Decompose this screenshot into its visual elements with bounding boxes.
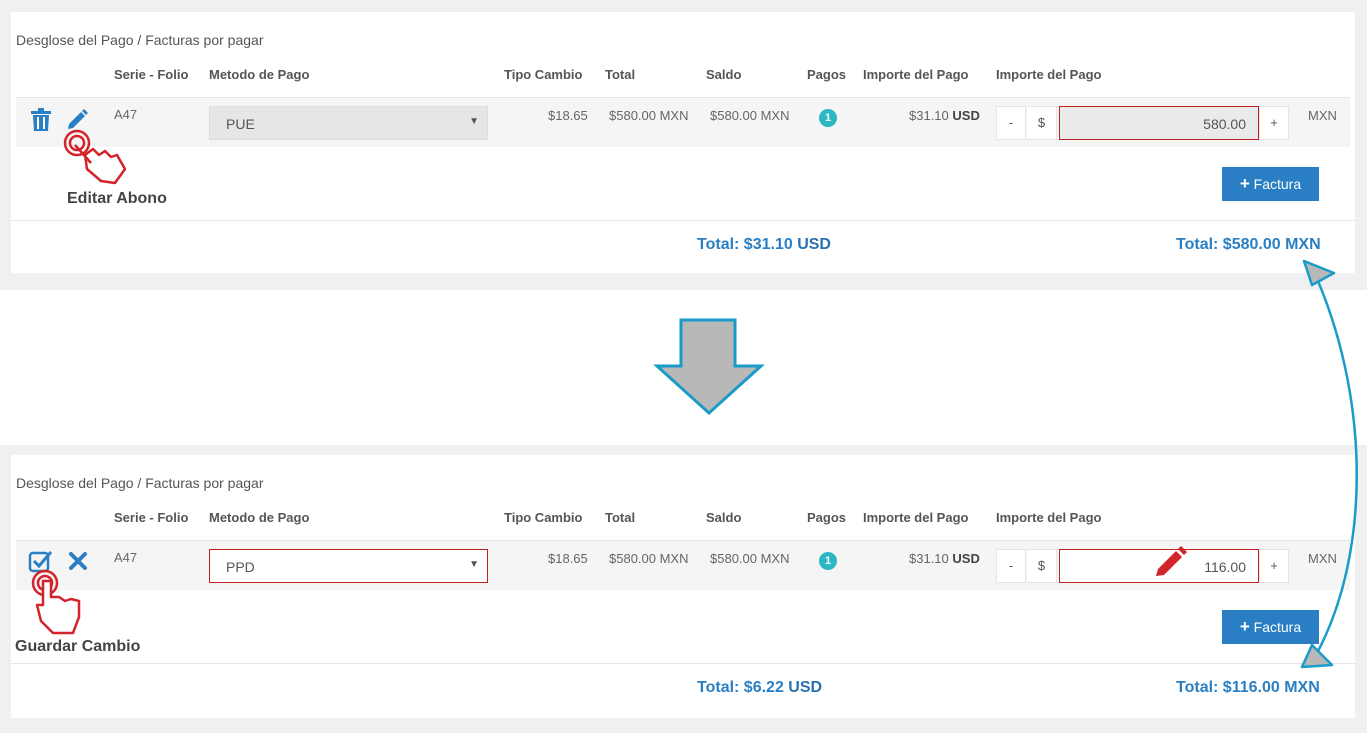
cell-importe-usd: $31.10 USD: [909, 108, 980, 123]
tutorial-screenshot: Desglose del Pago / Facturas por pagar S…: [0, 0, 1367, 733]
section-title: Desglose del Pago / Facturas por pagar: [16, 475, 264, 491]
cell-tipo-cambio: $18.65: [548, 551, 588, 566]
payment-method-value: PUE: [226, 116, 255, 132]
curved-double-arrow-icon: [1300, 259, 1358, 669]
pointing-hand-icon: [31, 569, 81, 635]
payment-breakdown-panel: Desglose del Pago / Facturas por pagar S…: [11, 455, 1355, 718]
header-importe-usd: Importe del Pago: [863, 67, 969, 82]
header-tipo-cambio: Tipo Cambio: [504, 510, 583, 525]
trash-icon[interactable]: [30, 108, 52, 132]
header-metodo: Metodo de Pago: [209, 510, 310, 525]
payment-amount-input[interactable]: 580.00: [1059, 106, 1259, 140]
divider: [11, 663, 1355, 664]
close-x-icon[interactable]: [69, 552, 87, 570]
cell-saldo: $580.00 MXN: [710, 551, 790, 566]
cell-total: $580.00 MXN: [609, 108, 689, 123]
cell-tipo-cambio: $18.65: [548, 108, 588, 123]
currency-symbol: $: [1027, 106, 1057, 140]
total-usd: Total: $6.22 USD: [697, 679, 823, 696]
pointing-hand-icon: [63, 129, 127, 185]
callout-edit: Editar Abono: [67, 190, 167, 207]
table-row: A47 PUE ▼ $18.65 $580.00 MXN $580.00 MXN…: [16, 97, 1350, 147]
header-importe-mxn: Importe del Pago: [996, 510, 1102, 525]
callout-save: Guardar Cambio: [15, 638, 141, 655]
cell-folio: A47: [114, 550, 138, 565]
total-mxn: Total: $116.00 MXN: [1176, 679, 1320, 696]
down-arrow-icon: [653, 318, 765, 416]
payment-method-select[interactable]: PUE ▼: [209, 106, 488, 140]
header-saldo: Saldo: [706, 67, 742, 82]
cell-total: $580.00 MXN: [609, 551, 689, 566]
cell-saldo: $580.00 MXN: [710, 108, 790, 123]
header-pagos: Pagos: [807, 510, 847, 525]
add-invoice-button[interactable]: + Factura: [1222, 167, 1319, 201]
payment-breakdown-panel: Desglose del Pago / Facturas por pagar S…: [11, 12, 1355, 273]
payment-method-select[interactable]: PPD ▼: [209, 549, 488, 583]
pagos-badge[interactable]: 1: [819, 552, 837, 570]
payment-method-value: PPD: [226, 559, 255, 575]
before-frame: Desglose del Pago / Facturas por pagar S…: [0, 0, 1367, 290]
pagos-badge[interactable]: 1: [819, 109, 837, 127]
decrement-button[interactable]: -: [996, 106, 1026, 140]
after-frame: Desglose del Pago / Facturas por pagar S…: [0, 445, 1367, 733]
chevron-down-icon: ▼: [469, 116, 479, 127]
pencil-icon[interactable]: [66, 107, 90, 131]
header-total: Total: [605, 67, 636, 82]
total-usd: Total: $31.10 USD: [697, 236, 831, 253]
increment-button[interactable]: +: [1259, 106, 1289, 140]
increment-button[interactable]: +: [1259, 549, 1289, 583]
section-title: Desglose del Pago / Facturas por pagar: [16, 32, 264, 48]
header-metodo: Metodo de Pago: [209, 67, 310, 82]
header-saldo: Saldo: [706, 510, 742, 525]
cell-folio: A47: [114, 107, 138, 122]
pencil-icon: [1156, 546, 1187, 576]
header-total: Total: [605, 510, 636, 525]
currency-symbol: $: [1027, 549, 1057, 583]
header-serie-folio: Serie - Folio: [114, 67, 189, 82]
chevron-down-icon: ▼: [469, 559, 479, 570]
divider: [11, 220, 1355, 221]
header-importe-mxn: Importe del Pago: [996, 67, 1102, 82]
cell-mxn-label: MXN: [1308, 108, 1337, 123]
cell-importe-usd: $31.10 USD: [909, 551, 980, 566]
total-mxn: Total: $580.00 MXN: [1176, 236, 1321, 253]
table-row: A47 PPD ▼ $18.65 $580.00 MXN $580.00 MXN…: [16, 540, 1350, 590]
decrement-button[interactable]: -: [996, 549, 1026, 583]
header-serie-folio: Serie - Folio: [114, 510, 189, 525]
header-importe-usd: Importe del Pago: [863, 510, 969, 525]
header-tipo-cambio: Tipo Cambio: [504, 67, 583, 82]
header-pagos: Pagos: [807, 67, 847, 82]
